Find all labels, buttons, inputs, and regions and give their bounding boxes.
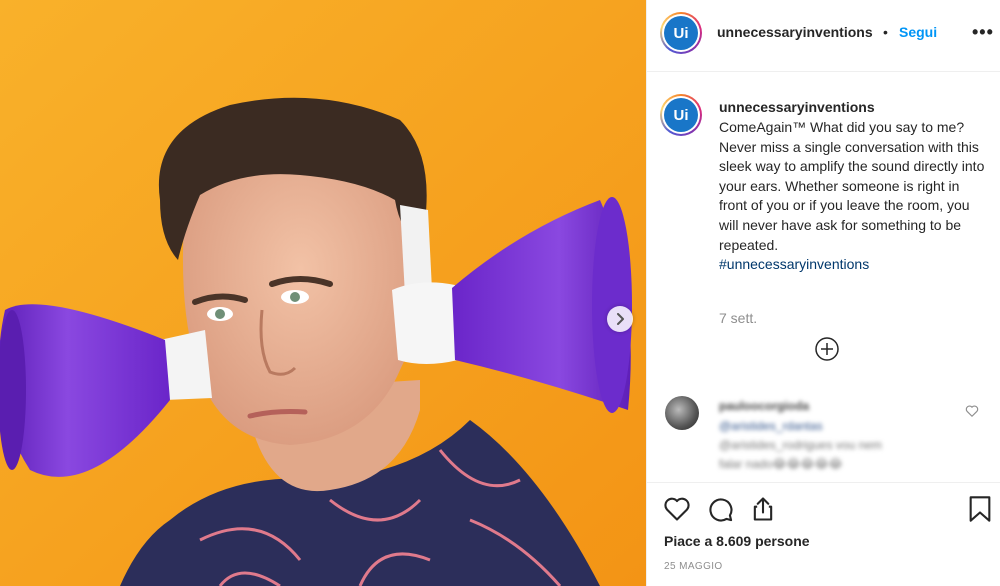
caption-hashtag[interactable]: #unnecessaryinventions bbox=[719, 255, 987, 275]
caption-text: ComeAgain™ What did you say to me? Never… bbox=[719, 118, 987, 275]
post-side-panel: Ui unnecessaryinventions • Segui ••• Ui … bbox=[646, 0, 1000, 586]
comment-text-line: falar nado😂😂😂😂😂 bbox=[719, 457, 843, 471]
caption-username[interactable]: unnecessaryinventions bbox=[719, 99, 875, 115]
more-options-button[interactable]: ••• bbox=[972, 22, 994, 43]
caption-area: Ui unnecessaryinventions ComeAgain™ What… bbox=[647, 72, 1000, 482]
heart-icon[interactable] bbox=[965, 404, 979, 418]
comment-username[interactable]: pauloocorgioda bbox=[719, 399, 809, 413]
comment-text-line: @aristides_rodrigues vou nem bbox=[719, 438, 882, 452]
separator-dot: • bbox=[883, 24, 888, 40]
comment-avatar[interactable] bbox=[665, 396, 699, 430]
plus-circle-icon[interactable] bbox=[814, 336, 840, 362]
likes-count[interactable]: Piace a 8.609 persone bbox=[664, 533, 810, 549]
avatar-logo: Ui bbox=[664, 16, 698, 50]
post-header: Ui unnecessaryinventions • Segui ••• bbox=[647, 0, 1000, 72]
comment-mention[interactable]: @aristides_rdantas bbox=[719, 419, 823, 433]
bookmark-icon[interactable] bbox=[967, 495, 993, 523]
chevron-right-icon bbox=[617, 313, 624, 325]
header-username[interactable]: unnecessaryinventions bbox=[717, 24, 873, 40]
heart-icon[interactable] bbox=[663, 495, 691, 523]
carousel-next-button[interactable] bbox=[607, 306, 633, 332]
avatar-logo: Ui bbox=[664, 98, 698, 132]
follow-button[interactable]: Segui bbox=[899, 24, 937, 40]
post-actions: Piace a 8.609 persone 25 MAGGIO bbox=[647, 482, 1000, 586]
photo-illustration bbox=[0, 0, 646, 586]
caption-body: ComeAgain™ What did you say to me? Never… bbox=[719, 119, 985, 253]
comment-item: pauloocorgioda @aristides_rdantas @arist… bbox=[647, 390, 1000, 480]
comment-icon[interactable] bbox=[706, 495, 734, 523]
avatar[interactable]: Ui bbox=[660, 12, 702, 54]
post-photo[interactable] bbox=[0, 0, 646, 586]
caption-avatar[interactable]: Ui bbox=[660, 94, 702, 136]
post-time-ago[interactable]: 7 sett. bbox=[719, 310, 757, 326]
post-date[interactable]: 25 MAGGIO bbox=[664, 561, 723, 572]
share-icon[interactable] bbox=[749, 495, 777, 523]
